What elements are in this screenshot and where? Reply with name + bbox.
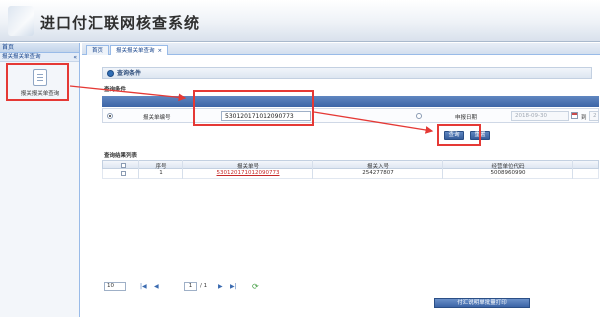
table-row[interactable]: 1 530120171012090773 254277807 500896099… — [102, 169, 599, 179]
radio-declaration-no[interactable] — [107, 113, 113, 119]
column-divider — [442, 160, 443, 179]
search-panel-icon — [107, 70, 114, 77]
tab-declaration-label: 报关报关单查询 — [116, 48, 155, 54]
page-size-select[interactable]: 10 — [104, 282, 126, 291]
tab-home[interactable]: 首页 — [86, 45, 110, 55]
panel-title: 查询条件 — [117, 70, 142, 77]
first-page-icon[interactable]: |◀ — [140, 283, 147, 290]
prev-page-icon[interactable]: ◀ — [154, 283, 159, 290]
grid-header: 序号 报关单号 报关入号 经营单位代码 — [102, 160, 599, 170]
page-total: / 1 — [200, 283, 208, 289]
results-grid: 序号 报关单号 报关入号 经营单位代码 1 530120171012090773… — [102, 160, 599, 180]
column-divider — [312, 160, 313, 179]
highlight-box-module — [6, 63, 69, 101]
results-label: 查询结果列表 — [104, 153, 138, 159]
date-from-input[interactable]: 2018-09-30 — [511, 111, 569, 121]
sidebar-header: 首页 — [0, 43, 79, 53]
app-logo — [8, 6, 34, 36]
highlight-box-input — [193, 90, 314, 126]
select-all-checkbox[interactable] — [121, 163, 126, 168]
declare-date-label: 申报日期 — [455, 115, 478, 121]
app-header: 进口付汇联网核查系统 — [0, 0, 600, 42]
conditions-header-bar — [102, 96, 599, 107]
declaration-label: 报关单编号 — [143, 115, 171, 121]
app-title: 进口付汇联网核查系统 — [40, 14, 201, 32]
page-number-input[interactable]: 1 — [184, 282, 197, 291]
next-page-icon[interactable]: ▶ — [218, 283, 223, 290]
close-icon[interactable]: × — [158, 48, 163, 54]
declaration-no-link[interactable]: 530120171012090773 — [183, 170, 313, 176]
conditions-label: 查询条件 — [104, 87, 127, 93]
refresh-icon[interactable]: ⟳ — [252, 282, 259, 291]
row-index: 1 — [159, 170, 163, 176]
radio-declare-date[interactable] — [416, 113, 422, 119]
tab-declaration-query[interactable]: 报关报关单查询 × — [110, 45, 169, 55]
pager: 10 |◀ ◀ 1 / 1 ▶ ▶| ⟳ — [102, 282, 302, 292]
row-entry-no: 254277807 — [362, 170, 394, 176]
row-checkbox[interactable] — [121, 171, 126, 176]
sidebar-section[interactable]: 报关报关单查询 « — [0, 53, 79, 62]
calendar-icon[interactable] — [571, 112, 578, 119]
batch-print-button[interactable]: 付汇说明单批量打印 — [434, 298, 530, 308]
main-content: 查询条件 查询条件 报关单编号 530120171012090773 申报日期 … — [82, 56, 600, 317]
column-divider — [572, 160, 573, 179]
to-label: 到 — [581, 115, 587, 121]
row-company-code: 5008960990 — [490, 170, 526, 176]
date-to-input[interactable]: 2 — [589, 111, 599, 121]
sidebar-section-label: 报关报关单查询 — [2, 54, 41, 60]
tab-home-label: 首页 — [92, 48, 104, 54]
tab-bar: 首页 报关报关单查询 × — [82, 43, 600, 55]
panel-header: 查询条件 — [102, 67, 592, 79]
column-divider — [182, 160, 183, 179]
last-page-icon[interactable]: ▶| — [230, 283, 237, 290]
highlight-box-query — [437, 124, 481, 146]
column-divider — [138, 160, 139, 179]
collapse-icon[interactable]: « — [73, 53, 77, 62]
condition-row: 报关单编号 530120171012090773 申报日期 2018-09-30… — [102, 108, 599, 123]
